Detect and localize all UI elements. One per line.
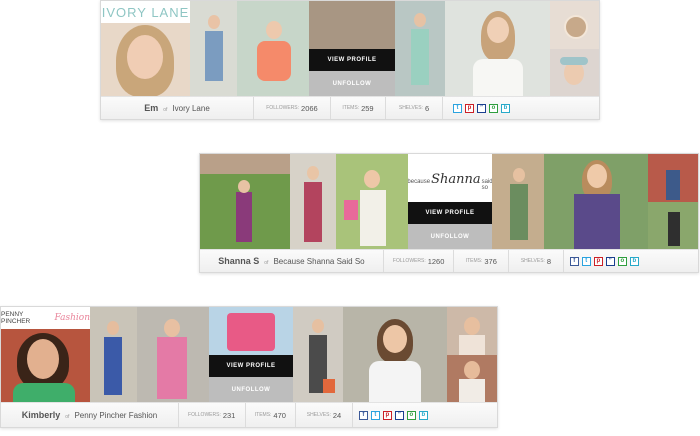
- outfit-photo[interactable]: [648, 154, 698, 202]
- quote-icon[interactable]: ”: [477, 103, 486, 113]
- pinterest-icon[interactable]: p: [465, 103, 474, 113]
- items-stat: ITEMS: 470: [244, 403, 296, 427]
- social-links: f t p” o b: [562, 250, 698, 272]
- profile-owner: Em of Ivory Lane: [101, 103, 253, 113]
- profile-photo[interactable]: PENNY PINCHER Fashion: [1, 307, 90, 403]
- unfollow-button[interactable]: UNFOLLOW: [309, 71, 395, 97]
- items-count: 470: [273, 410, 286, 420]
- profile-stats-bar: Kimberly of Penny Pincher Fashion FOLLOW…: [1, 402, 497, 427]
- outfit-photo[interactable]: [445, 1, 550, 97]
- outfit-photo[interactable]: [190, 1, 237, 97]
- circle-icon[interactable]: o: [489, 103, 498, 113]
- items-count: 259: [361, 103, 374, 113]
- outfit-photo[interactable]: [492, 154, 544, 250]
- social-links: t p” o b: [442, 97, 522, 119]
- outfit-photo[interactable]: [648, 202, 698, 250]
- outfit-photo[interactable]: [395, 1, 445, 97]
- shop-logo-tile[interactable]: because Shanna said so VIEW PROFILE UNFO…: [408, 154, 492, 250]
- profile-photo[interactable]: IVORY LANE: [101, 1, 190, 97]
- of-label: of: [264, 260, 269, 266]
- pinterest-icon[interactable]: p: [593, 256, 603, 266]
- profile-owner: Kimberly of Penny Pincher Fashion: [1, 410, 178, 420]
- outfit-photo[interactable]: [343, 307, 447, 403]
- shop-name[interactable]: Penny Pincher Fashion: [74, 411, 157, 420]
- outfit-photo[interactable]: [447, 355, 497, 403]
- blog-icon[interactable]: b: [629, 256, 639, 266]
- followers-stat: FOLLOWERS: 1260: [382, 250, 454, 272]
- shelves-stat: SHELVES: 24: [295, 403, 352, 427]
- blog-icon[interactable]: b: [501, 103, 510, 113]
- outfit-photo[interactable]: [137, 307, 209, 403]
- followers-stat: FOLLOWERS: 2066: [253, 97, 330, 119]
- twitter-icon[interactable]: t: [453, 103, 462, 113]
- profile-stats-bar: Em of Ivory Lane FOLLOWERS: 2066 ITEMS: …: [101, 96, 599, 119]
- profile-card-ivory-lane: IVORY LANE VIEW PROFILE UNFOLLOW Em of I…: [100, 0, 600, 120]
- of-label: of: [65, 414, 70, 420]
- outfit-photo[interactable]: [293, 307, 343, 403]
- circle-icon[interactable]: o: [617, 256, 627, 266]
- pinterest-icon[interactable]: p: [382, 410, 392, 420]
- shop-logo: because Shanna said so: [408, 172, 492, 191]
- profile-name[interactable]: Kimberly: [22, 410, 61, 420]
- photo-collage: PENNY PINCHER Fashion VIEW PROFILE UNFOL…: [1, 307, 497, 403]
- shop-name[interactable]: Because Shanna Said So: [273, 257, 364, 266]
- profile-name[interactable]: Em: [144, 103, 158, 113]
- followers-stat: FOLLOWERS: 231: [177, 403, 245, 427]
- shop-logo: IVORY LANE: [101, 1, 190, 23]
- bag-photo[interactable]: VIEW PROFILE UNFOLLOW: [309, 1, 395, 97]
- photo-collage: because Shanna said so VIEW PROFILE UNFO…: [200, 154, 698, 250]
- shelves-stat: SHELVES: 8: [508, 250, 563, 272]
- headband-photo[interactable]: [550, 49, 599, 97]
- view-profile-button[interactable]: VIEW PROFILE: [408, 202, 492, 224]
- shelves-count: 24: [332, 410, 342, 420]
- followers-count: 1260: [427, 256, 445, 266]
- social-links: f t p” o b: [351, 403, 497, 427]
- shop-logo: PENNY PINCHER Fashion: [1, 307, 90, 329]
- profile-stats-bar: Shanna S of Because Shanna Said So FOLLO…: [200, 249, 698, 272]
- facebook-icon[interactable]: f: [358, 410, 368, 420]
- watch-photo[interactable]: [550, 1, 599, 49]
- outfit-photo[interactable]: [447, 307, 497, 355]
- twitter-icon[interactable]: t: [581, 256, 591, 266]
- view-profile-button[interactable]: VIEW PROFILE: [309, 49, 395, 71]
- of-label: of: [163, 107, 168, 113]
- outfit-photo[interactable]: [200, 154, 290, 174]
- outfit-photo[interactable]: [290, 154, 336, 250]
- profile-owner: Shanna S of Because Shanna Said So: [200, 256, 383, 266]
- unfollow-button[interactable]: UNFOLLOW: [408, 224, 492, 250]
- shelves-count: 8: [546, 256, 552, 266]
- outfit-photo[interactable]: [237, 1, 309, 97]
- shop-name[interactable]: Ivory Lane: [172, 104, 209, 113]
- profile-card-because-shanna-said-so: because Shanna said so VIEW PROFILE UNFO…: [199, 153, 699, 273]
- circle-icon[interactable]: o: [406, 410, 416, 420]
- shelves-stat: SHELVES: 6: [385, 97, 442, 119]
- facebook-icon[interactable]: f: [569, 256, 579, 266]
- outfit-photo[interactable]: [90, 307, 137, 403]
- items-count: 376: [484, 256, 497, 266]
- outfit-photo[interactable]: [336, 154, 408, 250]
- unfollow-button[interactable]: UNFOLLOW: [209, 377, 293, 403]
- twitter-icon[interactable]: t: [370, 410, 380, 420]
- bag-photo[interactable]: VIEW PROFILE UNFOLLOW: [209, 307, 293, 403]
- photo-collage: IVORY LANE VIEW PROFILE UNFOLLOW: [101, 1, 599, 97]
- profile-card-penny-pincher-fashion: PENNY PINCHER Fashion VIEW PROFILE UNFOL…: [0, 306, 498, 428]
- quote-icon[interactable]: ”: [394, 410, 404, 420]
- items-stat: ITEMS: 376: [453, 250, 508, 272]
- outfit-photo[interactable]: [200, 174, 290, 250]
- quote-icon[interactable]: ”: [605, 256, 615, 266]
- outfit-photo[interactable]: [544, 154, 648, 250]
- items-stat: ITEMS: 259: [330, 97, 385, 119]
- followers-count: 231: [222, 410, 236, 420]
- shelves-count: 6: [424, 103, 430, 113]
- profile-name[interactable]: Shanna S: [218, 256, 259, 266]
- blog-icon[interactable]: b: [418, 410, 428, 420]
- view-profile-button[interactable]: VIEW PROFILE: [209, 355, 293, 377]
- followers-count: 2066: [301, 103, 318, 113]
